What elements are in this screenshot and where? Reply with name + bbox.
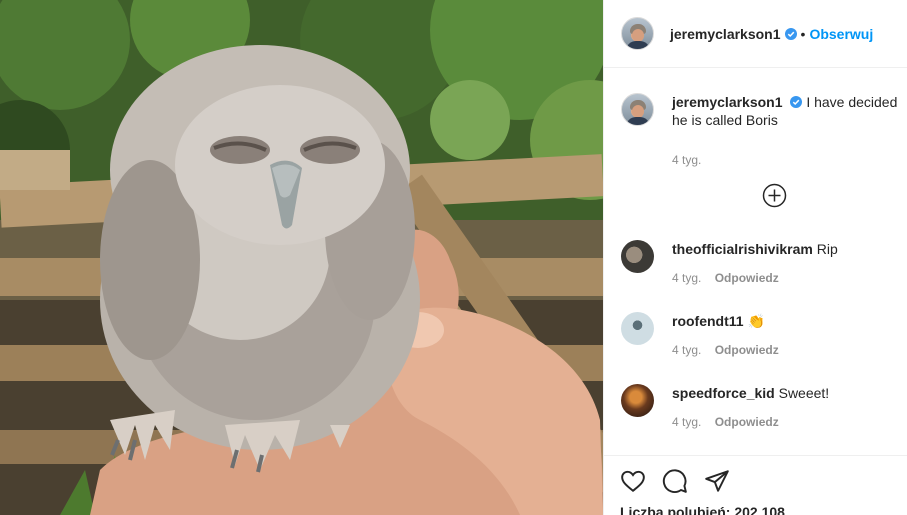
- heart-icon[interactable]: [620, 468, 646, 494]
- follow-button[interactable]: Obserwuj: [809, 26, 873, 42]
- author-avatar[interactable]: [621, 17, 654, 50]
- verified-badge-icon: [790, 96, 803, 108]
- actions-divider: [604, 455, 907, 456]
- comment-text: 👏: [747, 313, 765, 329]
- post-actions: [620, 468, 730, 494]
- comment-username[interactable]: speedforce_kid: [672, 385, 775, 401]
- comment-body: theofficialrishivikram Rip 4 tyg. Odpowi…: [672, 240, 838, 287]
- caption-username[interactable]: jeremyclarkson1: [672, 94, 783, 110]
- post-photo[interactable]: [0, 0, 603, 515]
- comment-username[interactable]: roofendt11: [672, 313, 744, 329]
- comment-body: roofendt11 👏 4 tyg. Odpowiedz: [672, 312, 779, 359]
- comment-item: roofendt11 👏 4 tyg. Odpowiedz: [621, 312, 907, 359]
- caption-timestamp[interactable]: 4 tyg.: [672, 151, 907, 169]
- comment-timestamp[interactable]: 4 tyg.: [672, 271, 701, 285]
- caption-author-avatar[interactable]: [621, 93, 654, 126]
- header-separator: •: [800, 25, 806, 42]
- reply-button[interactable]: Odpowiedz: [715, 271, 779, 285]
- commenter-avatar[interactable]: [621, 384, 654, 417]
- comment-item: speedforce_kid Sweeet! 4 tyg. Odpowiedz: [621, 384, 907, 431]
- comment-icon[interactable]: [662, 468, 688, 494]
- comment-timestamp[interactable]: 4 tyg.: [672, 343, 701, 357]
- comment-timestamp[interactable]: 4 tyg.: [672, 415, 701, 429]
- comment-meta: 4 tyg. Odpowiedz: [672, 341, 779, 359]
- load-more-comments-icon[interactable]: [762, 183, 787, 208]
- comment-item: theofficialrishivikram Rip 4 tyg. Odpowi…: [621, 240, 907, 287]
- comment-meta: 4 tyg. Odpowiedz: [672, 413, 829, 431]
- post-side-panel: jeremyclarkson1 • Obserwuj jeremyclarkso…: [603, 0, 907, 515]
- reply-button[interactable]: Odpowiedz: [715, 415, 779, 429]
- reply-button[interactable]: Odpowiedz: [715, 343, 779, 357]
- commenter-avatar[interactable]: [621, 240, 654, 273]
- comment-text: Rip: [816, 241, 838, 257]
- comment-text: Sweeet!: [778, 385, 830, 401]
- comment-meta: 4 tyg. Odpowiedz: [672, 269, 838, 287]
- post-header: jeremyclarkson1 • Obserwuj: [604, 0, 907, 68]
- post-caption: jeremyclarkson1 I have decided he is cal…: [621, 93, 907, 169]
- caption-body: jeremyclarkson1 I have decided he is cal…: [672, 93, 907, 169]
- instagram-post: jeremyclarkson1 • Obserwuj jeremyclarkso…: [0, 0, 907, 515]
- likes-count[interactable]: Liczba polubień: 202 108: [620, 504, 785, 515]
- owl-photo-illustration: [0, 0, 603, 515]
- share-icon[interactable]: [704, 468, 730, 494]
- comment-username[interactable]: theofficialrishivikram: [672, 241, 813, 257]
- author-username[interactable]: jeremyclarkson1: [670, 26, 781, 42]
- verified-badge-icon: [784, 27, 797, 40]
- commenter-avatar[interactable]: [621, 312, 654, 345]
- comment-body: speedforce_kid Sweeet! 4 tyg. Odpowiedz: [672, 384, 829, 431]
